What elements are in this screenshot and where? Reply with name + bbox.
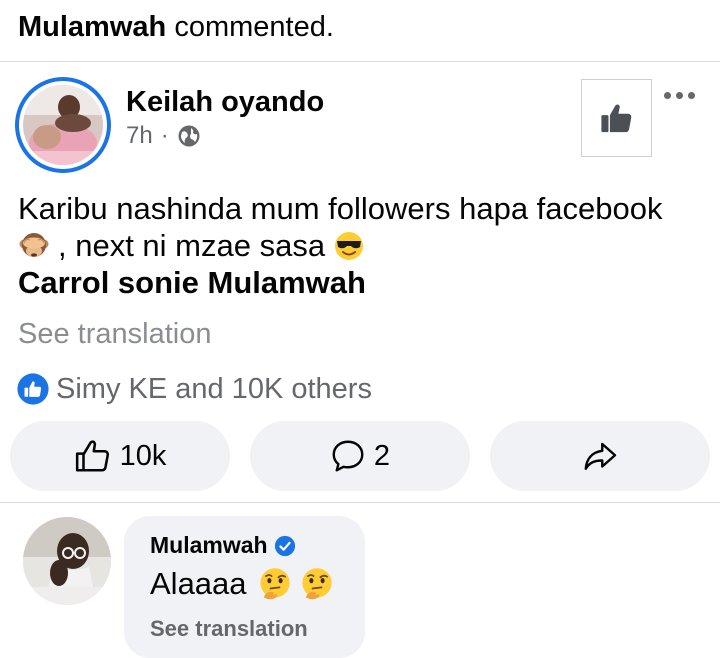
comment-button[interactable]: 2 [250,421,470,491]
like-button[interactable]: 10k [10,421,230,491]
comment-bubble-icon [332,440,364,472]
comment-text: Alaaaa [150,566,247,601]
post-line-1: Karibu nashinda mum followers hapa faceb… [18,191,663,226]
see-translation-link[interactable]: See translation [18,318,211,351]
post-meta: 7h · [126,122,201,150]
author-avatar[interactable] [15,77,111,173]
like-page-button[interactable] [581,79,652,157]
post-author-name[interactable]: Keilah oyando [126,86,324,119]
comment-count: 2 [373,439,391,472]
like-reaction-icon [17,373,49,405]
commenter-name-row: Mulamwah [150,532,296,559]
notification-header: Mulamwah commented. [18,8,334,46]
thinking-face-emoji [301,568,332,600]
commenter-avatar[interactable] [23,517,111,605]
post-line-3: Carrol sonie Mulamwah [18,265,366,300]
share-button[interactable] [490,421,710,491]
like-count: 10k [119,439,167,472]
post-line-2-text: , next ni mzae sasa [58,228,326,263]
comment-see-translation-link[interactable]: See translation [150,616,308,642]
reactions-summary[interactable]: Simy KE and 10K others [16,372,372,406]
post-time[interactable]: 7h [126,122,153,150]
comment-text-row: Alaaaa [150,566,335,602]
like-outline-icon [75,440,109,472]
reactions-text: Simy KE and 10K others [56,372,372,405]
thumbs-up-icon [600,104,631,133]
verified-badge-icon [274,535,295,556]
meta-separator: · [160,122,169,149]
share-arrow-icon [584,442,617,470]
notification-action: commented. [174,11,334,43]
comments-divider [0,502,720,503]
post-body: Karibu nashinda mum followers hapa faceb… [18,190,708,301]
smiling-face-with-sunglasses-emoji [335,231,364,260]
see-no-evil-monkey-emoji [19,232,49,257]
commenter-name[interactable]: Mulamwah [150,532,268,559]
thinking-face-emoji [259,568,290,600]
header-divider [0,61,720,62]
post-line-2: , next ni mzae sasa [18,227,708,264]
more-options-icon[interactable] [664,92,695,99]
globe-icon [178,125,200,147]
notification-actor[interactable]: Mulamwah [18,11,166,43]
